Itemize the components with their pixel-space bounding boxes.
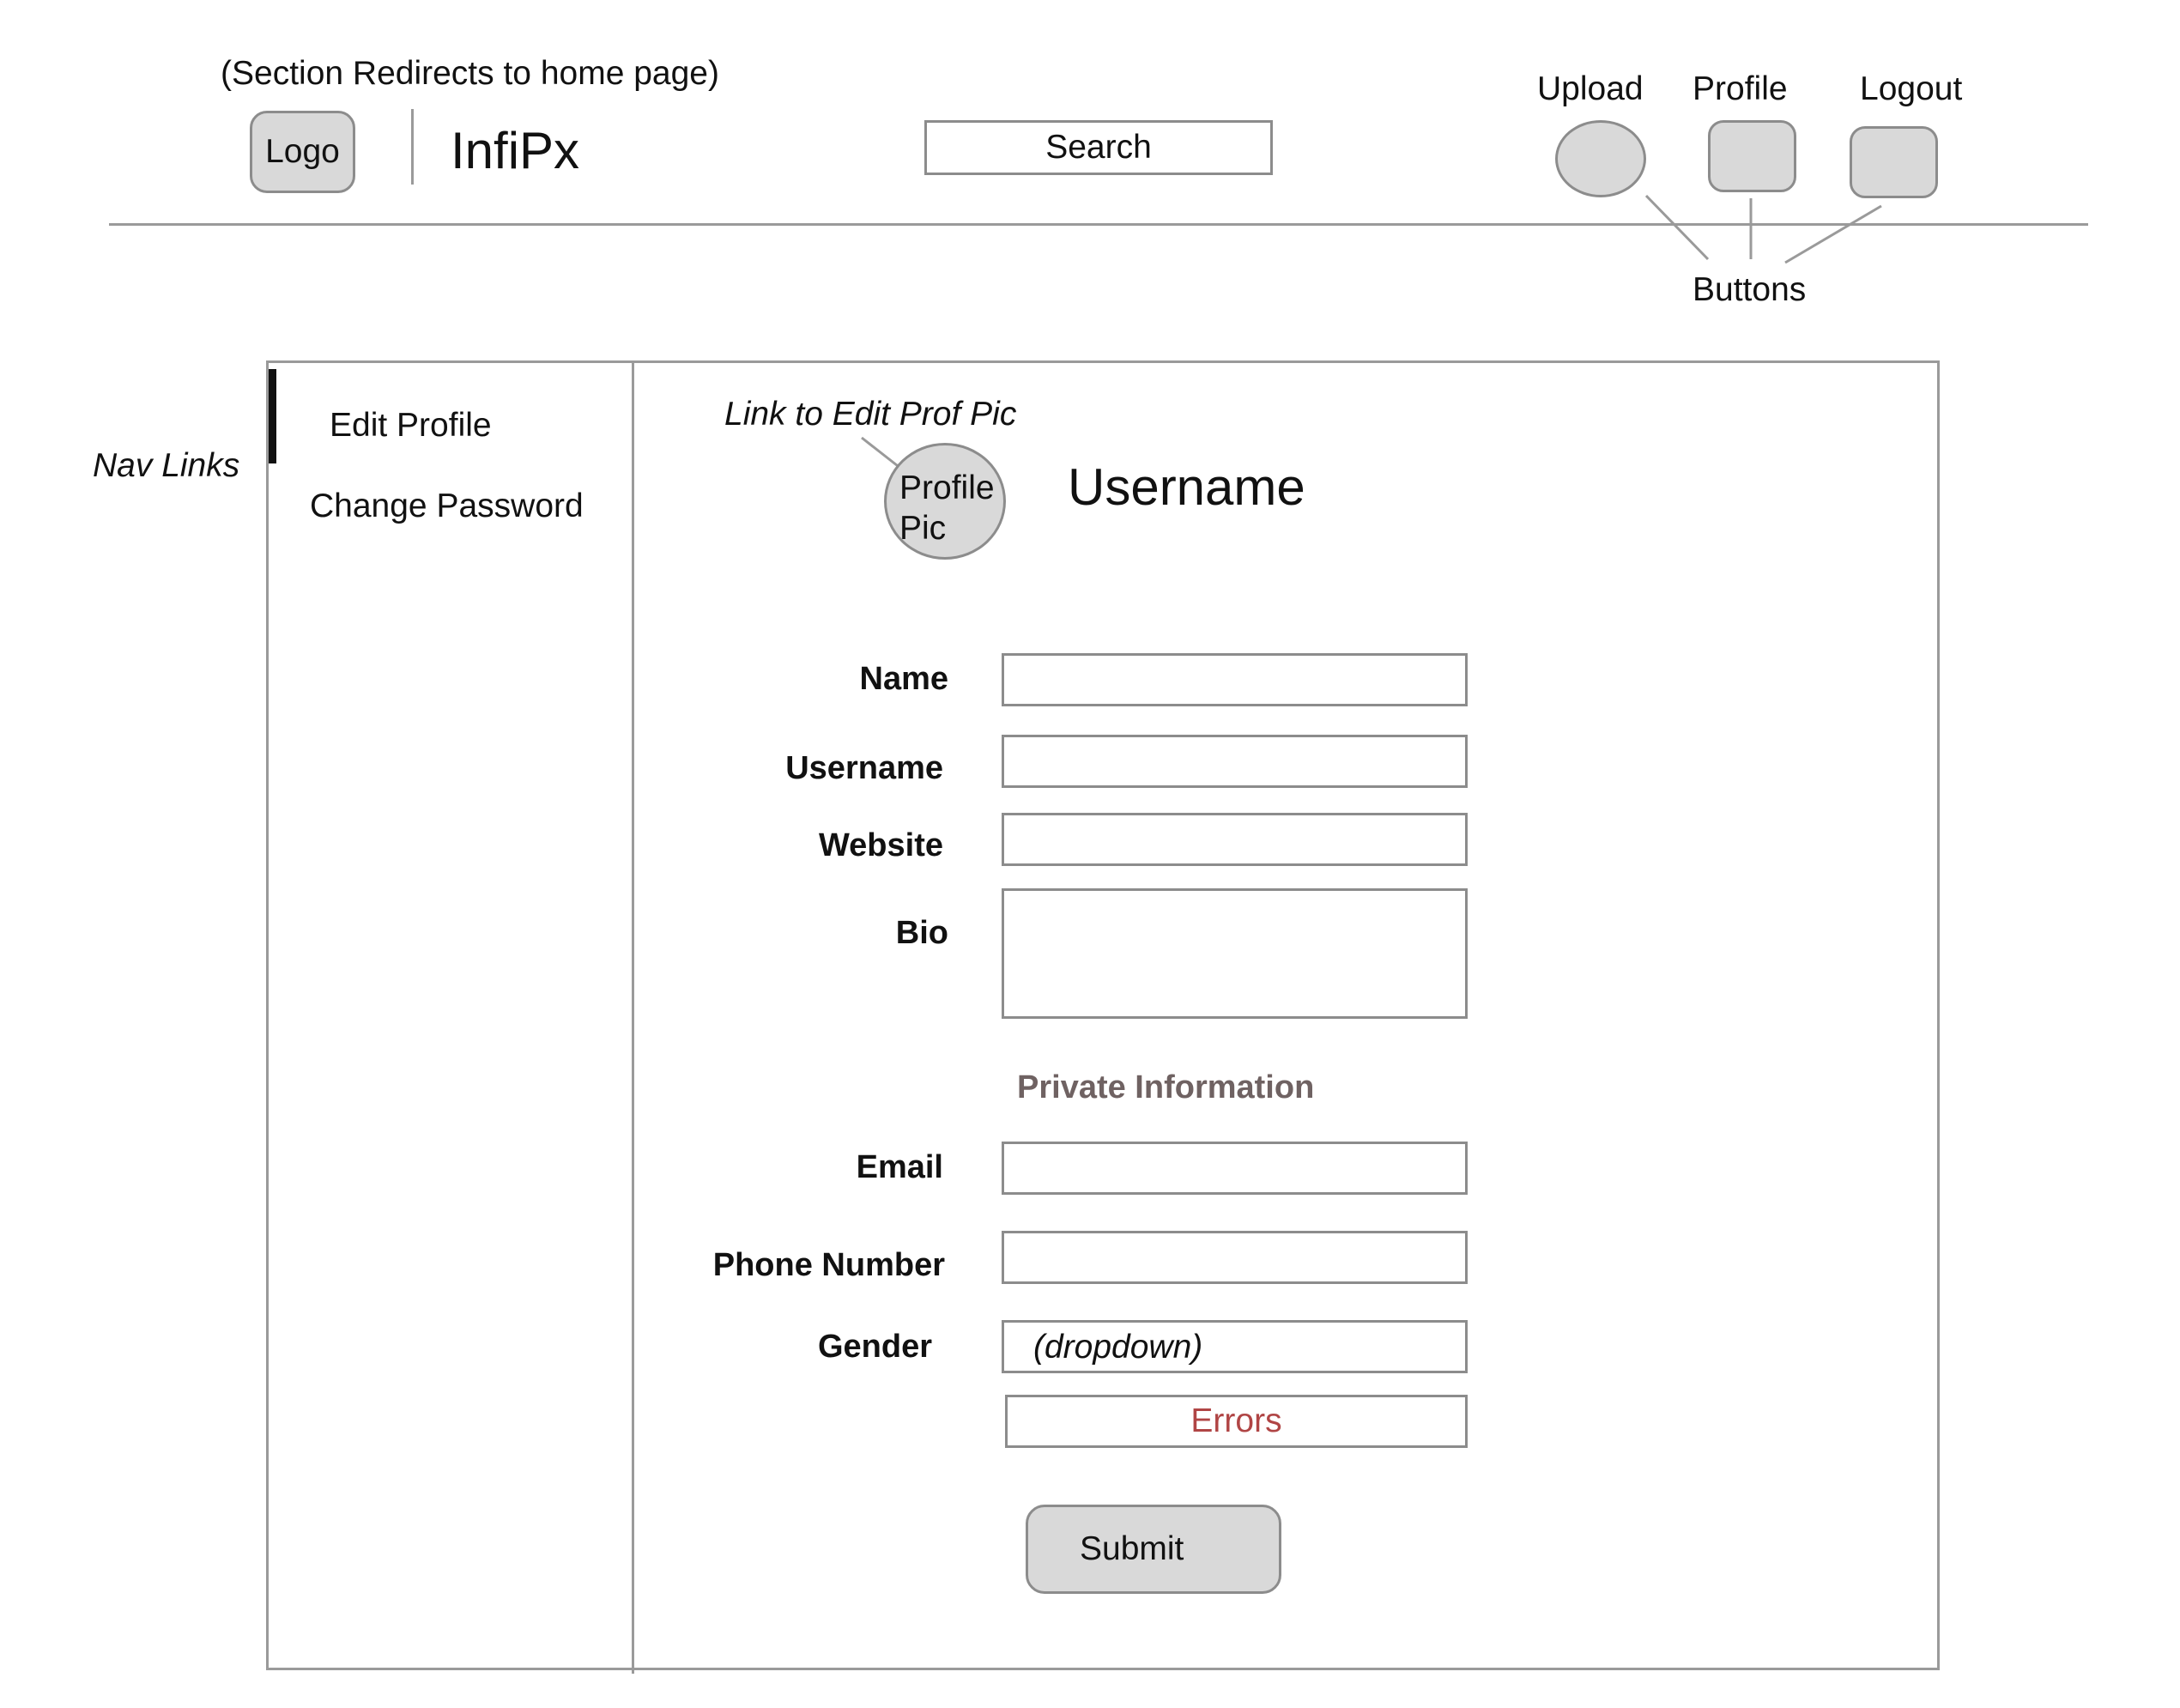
logout-button[interactable] xyxy=(1850,126,1938,198)
username-label: Username xyxy=(785,750,943,786)
search-placeholder: Search xyxy=(1045,129,1152,166)
name-label: Name xyxy=(859,661,949,697)
gender-label: Gender xyxy=(817,1329,932,1365)
phone-label: Phone Number xyxy=(712,1247,945,1283)
profile-button[interactable] xyxy=(1708,120,1796,192)
buttons-annotation: Buttons xyxy=(1693,271,1807,308)
search-input[interactable]: Search xyxy=(924,120,1273,175)
private-info-heading: Private Information xyxy=(1017,1069,1315,1105)
name-field[interactable] xyxy=(1002,653,1468,706)
brand-name[interactable]: InfiPx xyxy=(451,125,579,177)
nav-links-annotation: Nav Links xyxy=(93,447,240,484)
upload-button[interactable] xyxy=(1555,120,1646,197)
submit-button[interactable]: Submit xyxy=(1026,1505,1281,1594)
gender-dropdown-value: (dropdown) xyxy=(1033,1329,1203,1366)
profile-pic-text-line1: Profile xyxy=(899,469,995,506)
email-field[interactable] xyxy=(1002,1142,1468,1195)
header-divider xyxy=(109,223,2088,226)
errors-box: Errors xyxy=(1005,1395,1468,1448)
email-label: Email xyxy=(856,1149,943,1185)
logout-label: Logout xyxy=(1860,70,1963,107)
username-heading: Username xyxy=(1068,458,1305,516)
bio-label: Bio xyxy=(895,915,948,951)
logo-label: Logo xyxy=(265,133,340,170)
nav-edit-profile[interactable]: Edit Profile xyxy=(330,409,492,442)
logo-divider xyxy=(411,109,414,185)
profile-label: Profile xyxy=(1693,70,1788,107)
website-field[interactable] xyxy=(1002,813,1468,866)
website-label: Website xyxy=(818,827,943,863)
phone-field[interactable] xyxy=(1002,1231,1468,1284)
upload-label: Upload xyxy=(1537,70,1644,107)
username-field[interactable] xyxy=(1002,735,1468,788)
active-nav-indicator xyxy=(269,369,276,463)
sidebar-divider xyxy=(632,360,634,1674)
bio-field[interactable] xyxy=(1002,888,1468,1019)
errors-text: Errors xyxy=(1190,1402,1282,1439)
edit-pic-annotation: Link to Edit Prof Pic xyxy=(724,396,1017,433)
logo-button[interactable]: Logo xyxy=(250,111,355,193)
profile-pic-text-line2: Pic xyxy=(899,510,947,547)
home-redirect-annotation: (Section Redirects to home page) xyxy=(221,55,719,92)
nav-change-password[interactable]: Change Password xyxy=(310,489,584,523)
